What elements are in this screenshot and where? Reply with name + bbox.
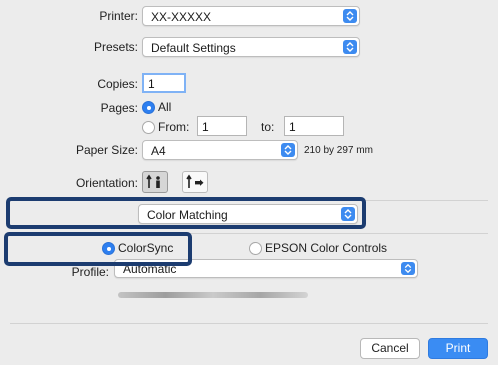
copies-field[interactable]: 1 xyxy=(142,73,186,93)
pages-from-label: From: xyxy=(158,120,190,134)
pages-all-label: All xyxy=(158,100,172,114)
panel-highlight-frame xyxy=(6,197,366,229)
presets-value: Default Settings xyxy=(151,41,236,55)
paper-size-value: A4 xyxy=(151,144,166,158)
popup-arrows-icon xyxy=(343,9,357,23)
print-button[interactable]: Print xyxy=(428,338,488,359)
epson-color-controls-radio[interactable] xyxy=(249,242,262,255)
copies-value: 1 xyxy=(148,77,155,91)
epson-color-controls-label: EPSON Color Controls xyxy=(265,241,388,255)
profile-label: Profile: xyxy=(71,265,109,279)
presets-label: Presets: xyxy=(93,40,138,54)
pages-from-field[interactable]: 1 xyxy=(197,116,247,136)
orientation-label: Orientation: xyxy=(75,176,138,190)
portrait-orientation-button[interactable] xyxy=(142,171,168,193)
pages-label: Pages: xyxy=(100,101,138,115)
landscape-orientation-button[interactable] xyxy=(182,171,208,193)
copies-label: Copies: xyxy=(97,77,138,91)
printer-value: XX-XXXXX xyxy=(151,10,212,24)
portrait-icon xyxy=(143,174,167,195)
pages-from-value: 1 xyxy=(202,120,209,134)
popup-arrows-icon xyxy=(401,262,415,275)
landscape-icon xyxy=(183,174,207,195)
colorsync-highlight-frame xyxy=(4,232,192,266)
pages-from-radio[interactable] xyxy=(142,121,155,134)
cancel-button[interactable]: Cancel xyxy=(360,338,420,359)
paper-size-dimensions: 210 by 297 mm xyxy=(304,145,373,156)
pages-to-value: 1 xyxy=(289,120,296,134)
printer-popup[interactable]: XX-XXXXX xyxy=(142,6,360,26)
popup-arrows-icon xyxy=(281,143,295,157)
popup-arrows-icon xyxy=(343,40,357,54)
pages-to-label: to: xyxy=(261,120,275,134)
pages-to-field[interactable]: 1 xyxy=(284,116,344,136)
printer-label: Printer: xyxy=(99,9,138,23)
paper-size-popup[interactable]: A4 xyxy=(142,140,298,160)
paper-size-label: Paper Size: xyxy=(75,143,138,157)
pages-all-radio[interactable] xyxy=(142,101,155,114)
profile-description-blurred xyxy=(118,292,308,298)
presets-popup[interactable]: Default Settings xyxy=(142,37,360,57)
separator xyxy=(10,323,488,324)
